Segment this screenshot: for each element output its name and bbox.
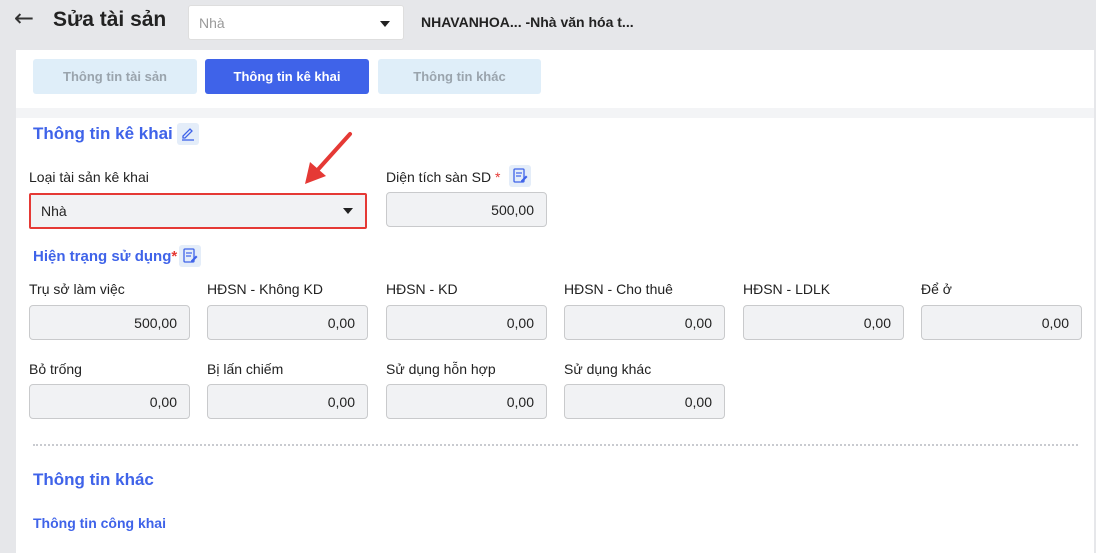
required-mark: * xyxy=(494,169,501,185)
page-title: Sửa tài sản xyxy=(53,8,167,31)
vacant-label: Bỏ trống xyxy=(29,361,82,377)
asset-category-select[interactable]: Nhà xyxy=(188,5,404,40)
non-business-input[interactable]: 0,00 xyxy=(207,305,368,340)
encroached-label: Bị lấn chiếm xyxy=(207,361,284,377)
note-edit-icon[interactable] xyxy=(509,165,531,187)
declaration-section-title: Thông tin kê khai xyxy=(33,124,173,143)
rental-label: HĐSN - Cho thuê xyxy=(564,281,673,297)
other-use-input[interactable]: 0,00 xyxy=(564,384,725,419)
rental-input[interactable]: 0,00 xyxy=(564,305,725,340)
residential-label: Để ở xyxy=(921,281,952,297)
edit-icon[interactable] xyxy=(177,123,199,145)
dotted-divider xyxy=(33,444,1078,446)
public-info-title[interactable]: Thông tin công khai xyxy=(33,515,166,531)
encroached-input[interactable]: 0,00 xyxy=(207,384,368,419)
asset-name: NHAVANHOA... -Nhà văn hóa t... xyxy=(421,14,634,30)
asset-type-select[interactable]: Nhà xyxy=(29,193,367,229)
tab-asset-info[interactable]: Thông tin tài sản xyxy=(33,59,197,94)
joint-venture-label: HĐSN - LDLK xyxy=(743,281,831,297)
floor-area-label: Diện tích sàn SD * xyxy=(386,169,501,185)
annotation-arrow-icon xyxy=(305,132,352,184)
back-arrow-icon[interactable]: ← xyxy=(14,6,40,32)
asset-category-select-value: Nhà xyxy=(199,15,225,31)
residential-input[interactable]: 0,00 xyxy=(921,305,1082,340)
other-use-label: Sử dụng khác xyxy=(564,361,652,377)
joint-venture-input[interactable]: 0,00 xyxy=(743,305,904,340)
office-input[interactable]: 500,00 xyxy=(29,305,190,340)
asset-type-label: Loại tài sản kê khai xyxy=(29,169,149,185)
business-input[interactable]: 0,00 xyxy=(386,305,547,340)
office-label: Trụ sở làm việc xyxy=(29,281,125,297)
vacant-input[interactable]: 0,00 xyxy=(29,384,190,419)
tab-other-info[interactable]: Thông tin khác xyxy=(378,59,541,94)
required-mark: * xyxy=(171,248,178,265)
business-label: HĐSN - KD xyxy=(386,281,458,297)
chevron-down-icon xyxy=(380,21,390,27)
asset-type-select-value: Nhà xyxy=(41,203,67,219)
section-divider xyxy=(16,108,1094,118)
mixed-use-label: Sử dụng hỗn hợp xyxy=(386,361,496,377)
other-info-section-title: Thông tin khác xyxy=(33,470,154,489)
tab-declaration-info[interactable]: Thông tin kê khai xyxy=(205,59,369,94)
floor-area-input[interactable]: 500,00 xyxy=(386,192,547,227)
mixed-use-input[interactable]: 0,00 xyxy=(386,384,547,419)
note-edit-icon[interactable] xyxy=(179,245,201,267)
chevron-down-icon xyxy=(343,208,353,214)
usage-status-title: Hiện trạng sử dụng* xyxy=(33,248,178,265)
non-business-label: HĐSN - Không KD xyxy=(207,281,323,297)
